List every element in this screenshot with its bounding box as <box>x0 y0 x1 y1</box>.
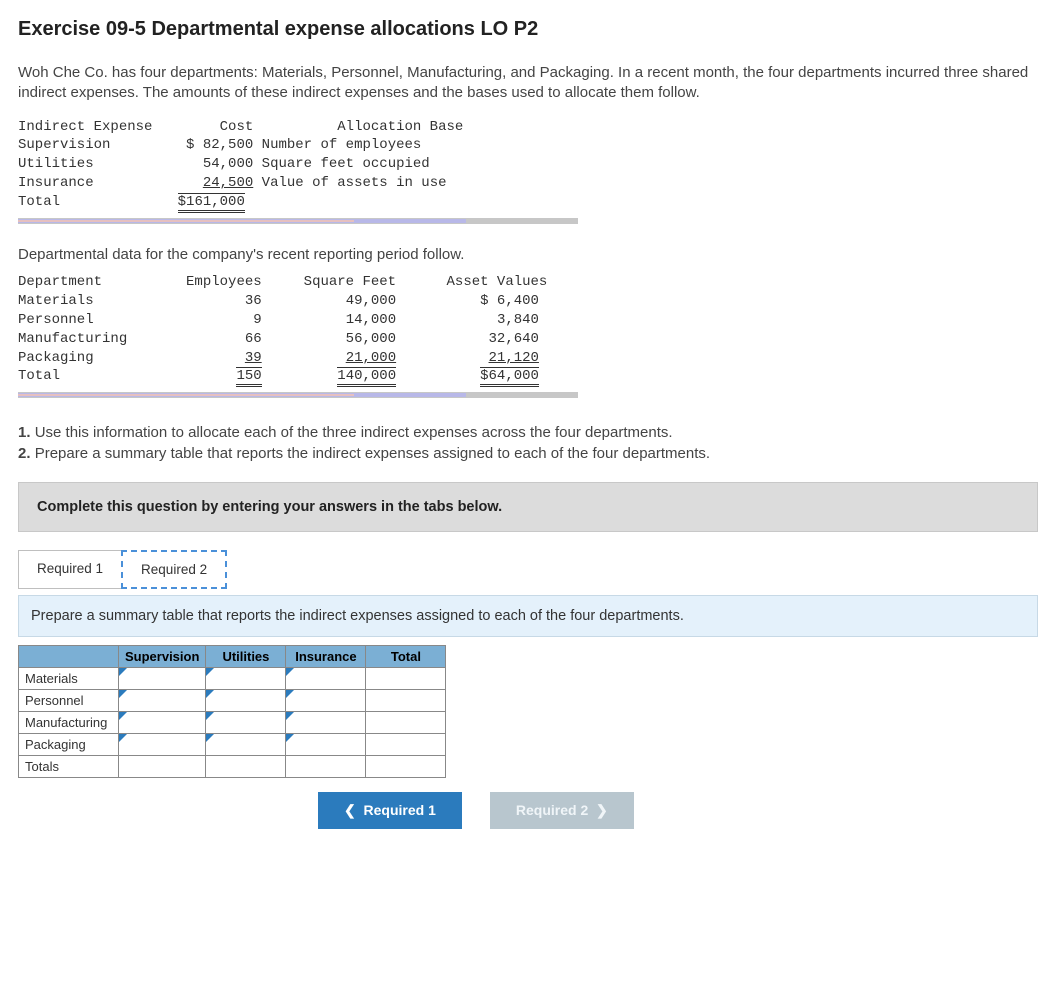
col-insurance: Insurance <box>286 646 366 668</box>
tab-required-2[interactable]: Required 2 <box>121 550 227 589</box>
prev-button-label: Required 1 <box>364 802 436 818</box>
tab-bar: Required 1 Required 2 <box>18 550 1038 589</box>
col-blank <box>19 646 119 668</box>
next-button-label: Required 2 <box>516 802 588 818</box>
row-label: Packaging <box>19 734 119 756</box>
input-cell[interactable] <box>206 734 286 756</box>
instruction-list: 1. Use this information to allocate each… <box>18 422 1038 464</box>
input-cell[interactable] <box>206 668 286 690</box>
input-cell[interactable] <box>119 712 206 734</box>
table-row: Totals <box>19 756 446 778</box>
total-cell <box>366 756 446 778</box>
department-data-table: Department Employees Square Feet Asset V… <box>18 273 1038 386</box>
next-button[interactable]: Required 2 ❯ <box>490 792 634 829</box>
page-title: Exercise 09-5 Departmental expense alloc… <box>18 18 1038 41</box>
col-supervision: Supervision <box>119 646 206 668</box>
input-cell[interactable] <box>119 734 206 756</box>
table-row: Personnel <box>19 690 446 712</box>
total-cell <box>366 668 446 690</box>
input-cell[interactable] <box>286 734 366 756</box>
table-row: Manufacturing <box>19 712 446 734</box>
row-label: Personnel <box>19 690 119 712</box>
total-cell <box>366 712 446 734</box>
input-cell[interactable] <box>286 712 366 734</box>
col-total: Total <box>366 646 446 668</box>
intro2-paragraph: Departmental data for the company's rece… <box>18 246 1038 263</box>
row-label: Materials <box>19 668 119 690</box>
total-cell <box>119 756 206 778</box>
task-instruction-box: Complete this question by entering your … <box>18 482 1038 532</box>
divider-gradient <box>18 216 578 226</box>
total-cell <box>366 690 446 712</box>
tab-required-1[interactable]: Required 1 <box>18 550 122 589</box>
input-cell[interactable] <box>286 668 366 690</box>
table-row: Packaging <box>19 734 446 756</box>
row-label: Manufacturing <box>19 712 119 734</box>
intro-paragraph: Woh Che Co. has four departments: Materi… <box>18 63 1038 104</box>
row-label: Totals <box>19 756 119 778</box>
col-utilities: Utilities <box>206 646 286 668</box>
prev-button[interactable]: ❮ Required 1 <box>318 792 462 829</box>
total-cell <box>366 734 446 756</box>
summary-entry-table: Supervision Utilities Insurance Total Ma… <box>18 645 446 778</box>
total-cell <box>206 756 286 778</box>
input-cell[interactable] <box>206 712 286 734</box>
divider-gradient-2 <box>18 390 578 400</box>
tab-panel-instruction: Prepare a summary table that reports the… <box>18 595 1038 637</box>
input-cell[interactable] <box>286 690 366 712</box>
chevron-left-icon: ❮ <box>344 802 356 818</box>
input-cell[interactable] <box>119 690 206 712</box>
indirect-expense-table: Indirect Expense Cost Allocation Base Su… <box>18 118 1038 212</box>
nav-button-bar: ❮ Required 1 Required 2 ❯ <box>18 792 1038 829</box>
input-cell[interactable] <box>119 668 206 690</box>
chevron-right-icon: ❯ <box>596 802 608 818</box>
input-cell[interactable] <box>206 690 286 712</box>
table-row: Materials <box>19 668 446 690</box>
total-cell <box>286 756 366 778</box>
